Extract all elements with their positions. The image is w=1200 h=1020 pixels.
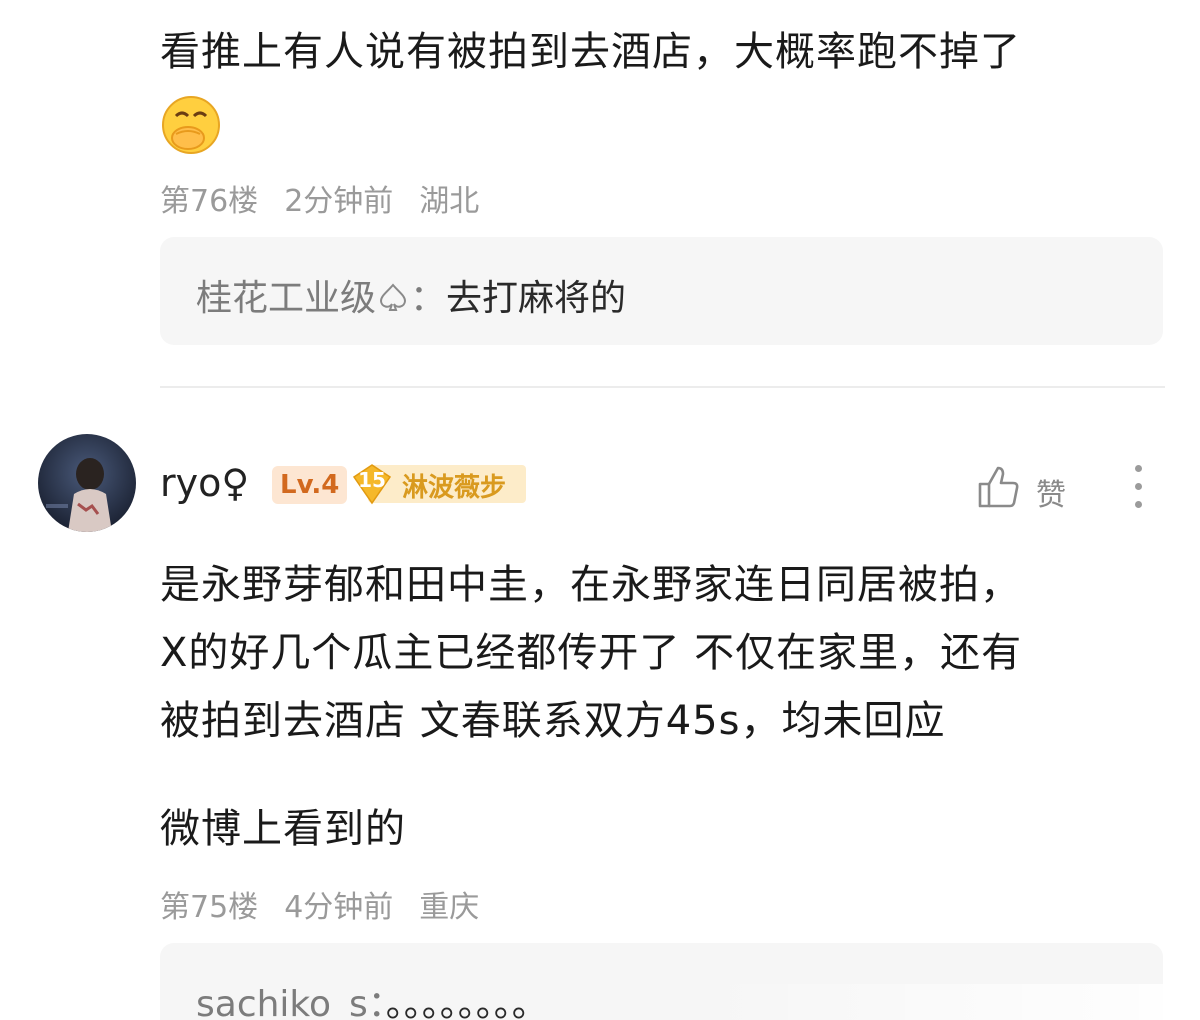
comment-text: 看推上有人说有被拍到去酒店，大概率跑不掉了 bbox=[160, 29, 1021, 75]
dot-icon bbox=[1134, 501, 1142, 508]
more-options-button[interactable] bbox=[1128, 462, 1148, 510]
comment-meta: 第76楼 2分钟前 湖北 bbox=[160, 176, 505, 220]
comment-line: X的好几个瓜主已经都传开了 不仅在家里，还有 bbox=[160, 630, 1023, 676]
reply-text: 去打麻将的 bbox=[446, 278, 627, 319]
spade-icon bbox=[380, 283, 407, 311]
ip-location: 重庆 bbox=[419, 890, 480, 925]
post-time: 2分钟前 bbox=[284, 184, 394, 219]
like-button[interactable]: 赞 bbox=[976, 462, 1076, 513]
floor-number: 第76楼 bbox=[160, 184, 259, 219]
comment-extra-line: 微博上看到的 bbox=[160, 806, 406, 852]
floor-number: 第75楼 bbox=[160, 890, 259, 925]
thumbs-up-icon bbox=[978, 466, 1019, 508]
reply-username[interactable]: 桂花工业级 bbox=[196, 278, 376, 319]
reply-preview[interactable]: 桂花工业级 ：去打麻将的 bbox=[160, 237, 1163, 345]
reply-text: 。。。。。。。。 bbox=[385, 984, 548, 1020]
fan-badge[interactable]: 15 淋波薇步 bbox=[350, 462, 526, 506]
ip-location: 湖北 bbox=[419, 184, 480, 219]
comment-divider bbox=[160, 386, 1165, 388]
like-label: 赞 bbox=[1036, 478, 1066, 513]
comment-line: 被拍到去酒店 文春联系双方45s，均未回应 bbox=[160, 698, 946, 744]
comment-line: 是永野芽郁和田中圭，在永野家连日同居被拍， bbox=[160, 562, 1021, 608]
comment-text: 是永野芽郁和田中圭，在永野家连日同居被拍， X的好几个瓜主已经都传开了 不仅在家… bbox=[160, 551, 1022, 755]
fan-level: 15 bbox=[358, 468, 386, 492]
gender-female-icon: ♀ bbox=[221, 461, 250, 505]
fan-badge-name: 淋波薇步 bbox=[402, 473, 507, 503]
comment-meta: 第75楼 4分钟前 重庆 bbox=[160, 882, 505, 926]
level-badge: Lv.4 bbox=[272, 466, 348, 504]
username[interactable]: ryo♀ bbox=[160, 461, 249, 505]
dot-icon bbox=[1134, 483, 1142, 490]
post-time: 4分钟前 bbox=[284, 890, 394, 925]
dot-icon bbox=[1134, 465, 1142, 472]
bottom-fade bbox=[700, 984, 1200, 1020]
avatar[interactable] bbox=[38, 434, 136, 532]
covering-mouth-face-emoji bbox=[162, 96, 220, 154]
reply-username[interactable]: sachiko_s bbox=[196, 984, 368, 1020]
